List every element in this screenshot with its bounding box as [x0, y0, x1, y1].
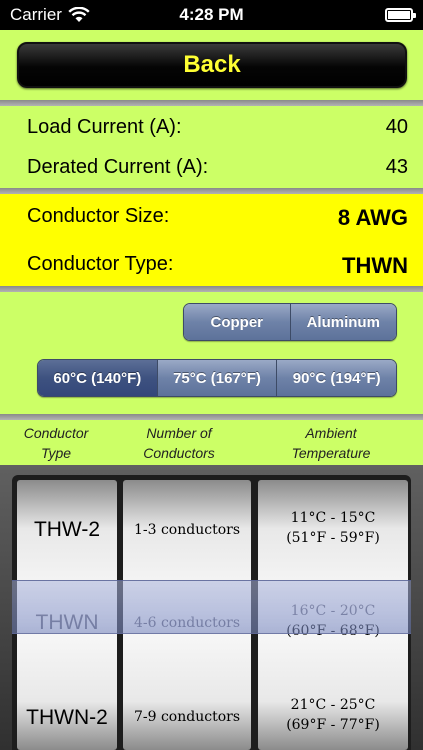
- number-of-conductors-wheel[interactable]: 1-3 conductors 4-6 conductors 7-9 conduc…: [123, 480, 251, 750]
- temp-75c-segment[interactable]: 75°C (167°F): [156, 360, 277, 396]
- load-current-label: Load Current (A):: [27, 116, 182, 138]
- wheel-item-selected: THWN: [35, 611, 99, 634]
- conductor-type-label: Conductor Type:: [27, 253, 174, 275]
- load-current-value: 40: [385, 116, 408, 138]
- wheel-item: 7-9 conductors: [133, 709, 241, 725]
- divider: [0, 286, 423, 292]
- wheel-item: 11°C - 15°C (51°F - 59°F): [286, 510, 380, 546]
- ambient-temperature-wheel[interactable]: 11°C - 15°C (51°F - 59°F) 16°C - 20°C (60°…: [258, 480, 408, 750]
- wheel-item: THWN-2: [26, 706, 108, 729]
- wheel-item-selected: 16°C - 20°C (60°F - 68°F): [286, 603, 380, 639]
- back-button[interactable]: Back: [17, 42, 407, 88]
- conductor-type-row: Conductor Type: THWN: [27, 253, 408, 279]
- battery-icon: [385, 8, 416, 22]
- conductor-size-label: Conductor Size:: [27, 205, 170, 227]
- temp-90c-segment[interactable]: 90°C (194°F): [276, 360, 396, 396]
- wheel-item: 1-3 conductors: [133, 522, 241, 538]
- back-area: Back: [0, 30, 423, 100]
- derated-current-row: Derated Current (A): 43: [27, 156, 408, 179]
- conductor-picker: THW-2 THWN THWN-2 1-3 conductors 4-6 con…: [0, 465, 423, 750]
- wheel-item: THW-2: [33, 518, 101, 541]
- wheel-item-selected: 4-6 conductors: [133, 615, 241, 631]
- conductor-type-column-label: Conductor Type: [23, 425, 89, 461]
- material-segmented-control: Copper Aluminum: [183, 303, 397, 341]
- wheel-item: 21°C - 25°C (69°F - 77°F): [286, 697, 380, 733]
- conductor-type-wheel[interactable]: THW-2 THWN THWN-2: [17, 480, 117, 750]
- ambient-temperature-column-label: Ambient Temperature: [291, 425, 371, 461]
- derated-current-value: 43: [385, 156, 408, 178]
- status-left: Carrier: [10, 5, 150, 25]
- conductor-type-value: THWN: [342, 253, 408, 278]
- wifi-icon: [68, 7, 90, 22]
- carrier-label: Carrier: [10, 5, 62, 24]
- aluminum-segment[interactable]: Aluminum: [289, 304, 396, 340]
- conductor-size-value: 8 AWG: [337, 205, 408, 230]
- temperature-rating-segmented-control: 60°C (140°F) 75°C (167°F) 90°C (194°F): [37, 359, 397, 397]
- derated-current-label: Derated Current (A):: [27, 156, 209, 178]
- status-time: 4:28 PM: [179, 5, 244, 24]
- temp-60c-segment[interactable]: 60°C (140°F): [38, 360, 157, 396]
- status-right: [273, 8, 416, 22]
- divider: [0, 100, 423, 106]
- number-of-conductors-column-label: Number of Conductors: [143, 425, 215, 461]
- status-bar: Carrier 4:28 PM: [0, 0, 423, 30]
- divider: [0, 414, 423, 420]
- conductor-size-row: Conductor Size: 8 AWG: [27, 205, 408, 231]
- load-current-row: Load Current (A): 40: [27, 116, 408, 139]
- copper-segment[interactable]: Copper: [184, 304, 290, 340]
